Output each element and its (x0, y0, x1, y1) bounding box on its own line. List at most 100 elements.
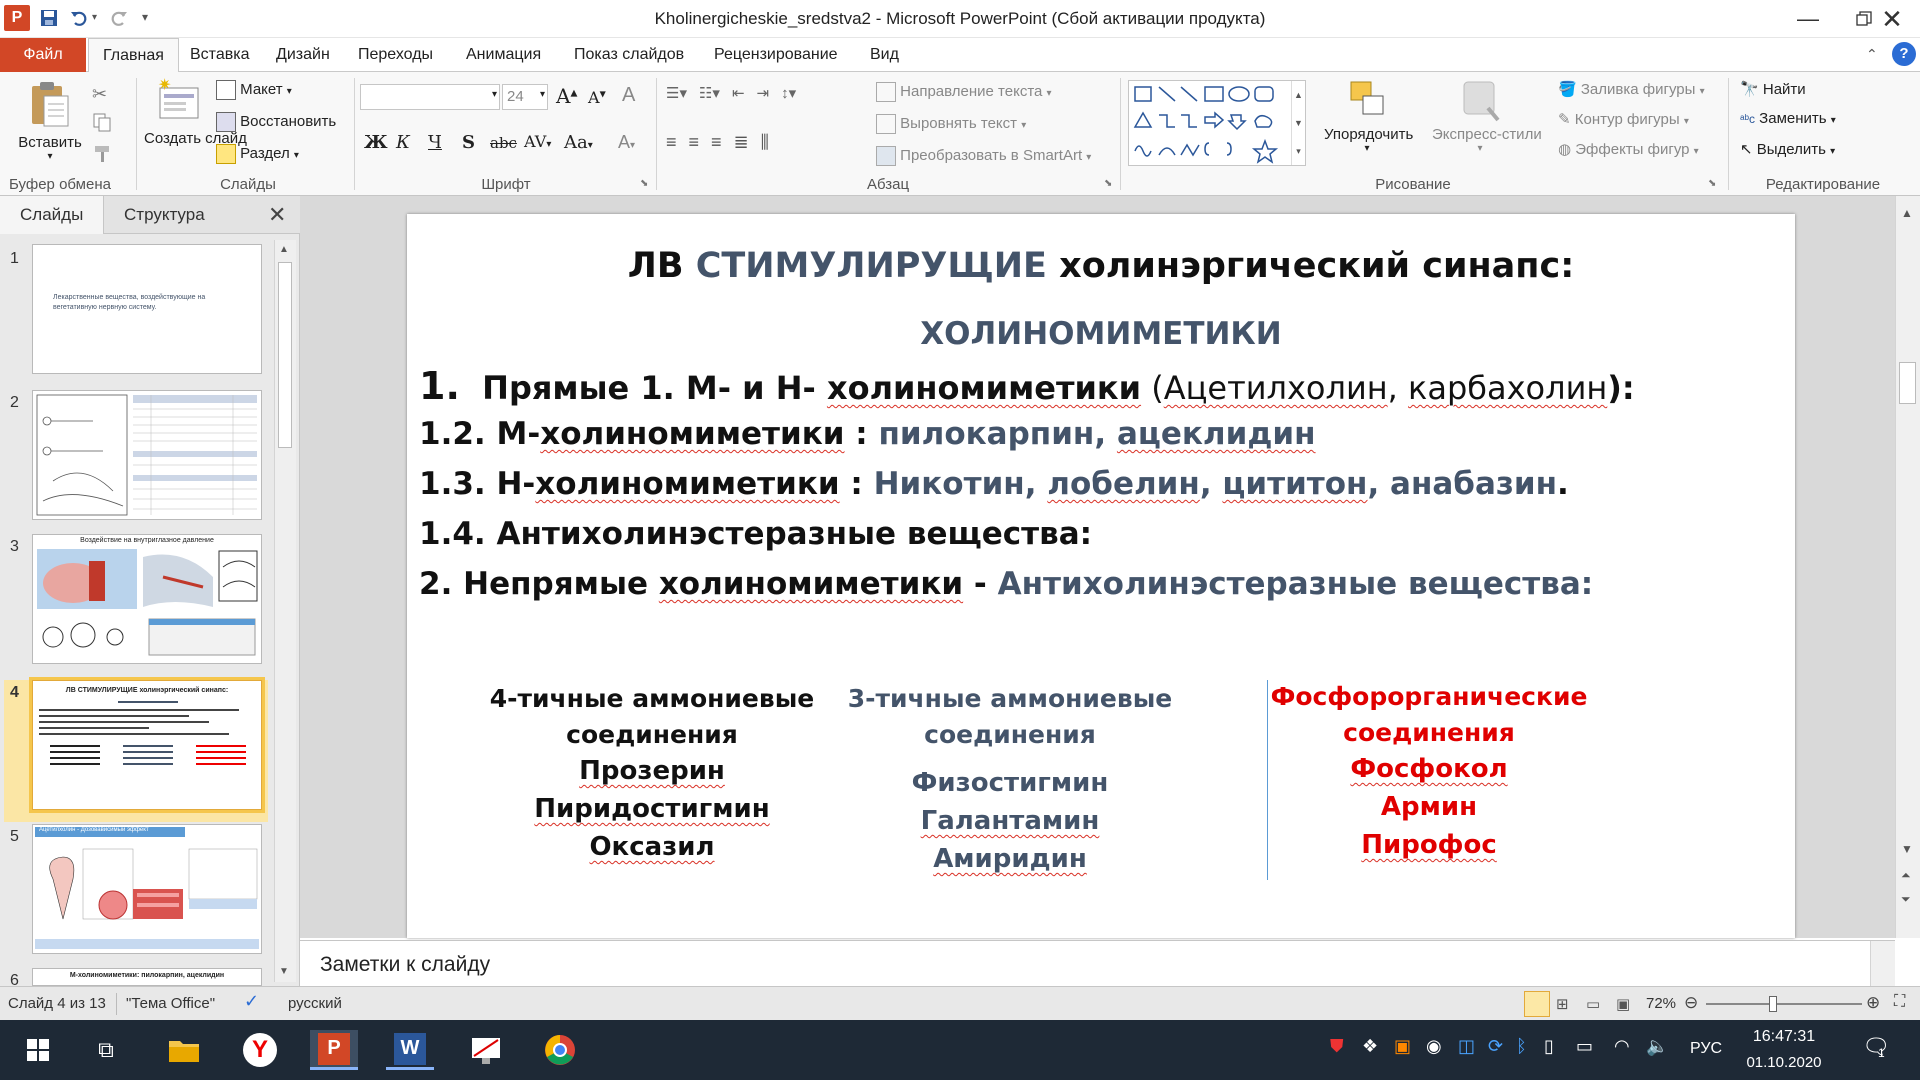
strikethrough-button[interactable]: abc (490, 134, 517, 152)
slide-line-4[interactable]: 1.4. Антихолинэстеразные вещества: (419, 516, 1092, 552)
font-size-combo[interactable]: 24 ▾ (502, 84, 548, 110)
update-icon[interactable]: ⟳ (1488, 1036, 1503, 1057)
notes-scrollbar[interactable] (1870, 941, 1895, 987)
slides-scrollbar[interactable]: ▲ ▼ (274, 240, 296, 982)
section-button[interactable]: Раздел ▾ (216, 144, 299, 164)
slide-thumbnail-5[interactable]: Ацетилхолин - Дозовависимый эффект (32, 824, 262, 954)
scroll-down-icon[interactable]: ▼ (1901, 842, 1913, 856)
slide-sorter-icon[interactable]: ⊞ (1556, 995, 1569, 1013)
shape-effects-button[interactable]: ◍ Эффекты фигур ▾ (1558, 140, 1699, 158)
zoom-in-icon[interactable]: ⊕ (1866, 993, 1880, 1013)
tab-outline[interactable]: Структура (104, 196, 225, 234)
language[interactable]: русский (288, 995, 342, 1012)
help-icon[interactable]: ? (1892, 42, 1916, 66)
tab-slideshow[interactable]: Показ слайдов (560, 38, 698, 72)
font-color-button[interactable]: A▾ (618, 132, 635, 153)
arrange-button[interactable]: Упорядочить ▾ (1324, 78, 1413, 154)
slide-line-3[interactable]: 1.3. Н-холиномиметики : Никотин, лобелин… (419, 466, 1569, 502)
layout-button[interactable]: Макет ▾ (216, 80, 292, 100)
fit-slide-icon[interactable]: ⛶ (1894, 993, 1905, 1011)
scroll-up-icon[interactable]: ▲ (1901, 206, 1913, 220)
increase-indent-icon[interactable]: ⇥ (757, 84, 770, 102)
slide-thumbnail-4[interactable]: ЛВ СТИМУЛИРУЩИЕ холинэргический синапс: (32, 680, 262, 810)
file-explorer-icon[interactable] (160, 1030, 208, 1070)
bullets-icon[interactable]: ☰▾ (666, 84, 687, 102)
shrink-font-button[interactable]: A▼ (588, 88, 606, 107)
reset-button[interactable]: Восстановить (216, 112, 336, 132)
quick-styles-button[interactable]: Экспресс-стили ▾ (1432, 78, 1542, 154)
minimize-button[interactable]: — (1780, 2, 1836, 36)
new-slide-button[interactable]: ✷ Создать слайд (144, 77, 247, 148)
find-button[interactable]: 🔭 Найти (1740, 80, 1806, 98)
notification-icon[interactable]: 🗨 (1862, 1034, 1890, 1060)
column-quaternary-ammonium[interactable]: 4-тичные аммониевые соединения Прозерин … (487, 680, 817, 866)
copy-icon[interactable] (92, 112, 112, 136)
reading-view-icon[interactable]: ▭ (1586, 995, 1600, 1013)
line-spacing-icon[interactable]: ↕▾ (781, 84, 796, 102)
spellcheck-icon[interactable]: ✓ (244, 991, 259, 1012)
clock-time[interactable]: 16:47:31 (1744, 1028, 1824, 1046)
tab-file[interactable]: Файл (0, 38, 86, 72)
slide-title[interactable]: ЛВ СТИМУЛИРУЩИЕ холинэргический синапс: (407, 246, 1795, 286)
windows-start-icon[interactable] (14, 1030, 62, 1070)
next-slide-icon[interactable]: ⏷ (1901, 892, 1911, 907)
numbering-icon[interactable]: ☷▾ (699, 84, 720, 102)
scroll-down-icon[interactable]: ▼ (279, 966, 289, 977)
word-taskbar-icon[interactable]: W (386, 1030, 434, 1070)
app-tray-icon[interactable]: ▣ (1394, 1036, 1411, 1057)
battery-icon[interactable]: ▭ (1576, 1036, 1593, 1057)
align-left-icon[interactable]: ≡ (666, 132, 677, 153)
smartart-button[interactable]: Преобразовать в SmartArt ▾ (876, 146, 1091, 166)
paragraph-dialog-icon[interactable]: ⬊ (1104, 178, 1112, 189)
slide-subtitle[interactable]: ХОЛИНОМИМЕТИКИ (407, 316, 1795, 352)
justify-icon[interactable]: ≣ (734, 132, 749, 153)
slide-thumbnail-2[interactable] (32, 390, 262, 520)
italic-button[interactable]: К (396, 132, 410, 153)
grow-font-button[interactable]: A▲ (556, 84, 577, 108)
slide-thumbnail-1[interactable]: Лекарственные вещества, воздействующие н… (32, 244, 262, 374)
collapse-ribbon-icon[interactable]: ⌃ (1866, 46, 1878, 63)
tab-view[interactable]: Вид (856, 38, 913, 72)
close-button[interactable]: ✕ (1864, 2, 1920, 36)
shapes-gallery[interactable]: ▲ ▼ ▾ (1128, 80, 1306, 166)
yandex-browser-icon[interactable]: Y (236, 1030, 284, 1070)
close-pane-icon[interactable]: ✕ (268, 202, 286, 228)
tab-design[interactable]: Дизайн (262, 38, 344, 72)
slide-thumbnail-3[interactable]: Воздействие на внутриглазное давление (32, 534, 262, 664)
underline-button[interactable]: Ч (428, 132, 442, 153)
scroll-thumb[interactable] (1899, 362, 1916, 404)
slide-line-5[interactable]: 2. Непрямые холиномиметики - Антихолинэс… (419, 566, 1593, 602)
font-dialog-icon[interactable]: ⬊ (640, 178, 648, 189)
font-name-combo[interactable]: ▾ (360, 84, 500, 110)
change-case-button[interactable]: Aa▾ (564, 132, 593, 153)
tab-slides[interactable]: Слайды (0, 196, 105, 234)
slide-line-1[interactable]: 1. Прямые 1. М- и Н- холиномиметики (Аце… (419, 364, 1635, 408)
shape-outline-button[interactable]: ✎ Контур фигуры ▾ (1558, 110, 1689, 128)
input-language[interactable]: РУС (1690, 1040, 1722, 1058)
task-view-icon[interactable]: ⧉ (82, 1030, 130, 1070)
phone-icon[interactable]: ▯ (1544, 1036, 1554, 1057)
cut-icon[interactable]: ✂ (92, 84, 107, 105)
previous-slide-icon[interactable]: ⏶ (1901, 868, 1911, 883)
theme-name[interactable]: "Тема Office" (126, 995, 215, 1012)
scroll-thumb[interactable] (278, 262, 292, 448)
tab-insert[interactable]: Вставка (176, 38, 263, 72)
chrome-icon[interactable] (536, 1030, 584, 1070)
replace-button[interactable]: ᵃᵇc Заменить ▾ (1740, 110, 1836, 127)
decrease-indent-icon[interactable]: ⇤ (732, 84, 745, 102)
scroll-up-icon[interactable]: ▲ (279, 244, 289, 255)
slide-scrollbar[interactable]: ▲ ▼ ⏶ ⏷ (1895, 196, 1920, 938)
zoom-out-icon[interactable]: ⊖ (1684, 993, 1698, 1013)
zoom-slider[interactable] (1706, 996, 1862, 1012)
dropbox-icon[interactable]: ❖ (1362, 1036, 1378, 1057)
tab-home[interactable]: Главная (88, 38, 179, 73)
clock-date[interactable]: 01.10.2020 (1744, 1054, 1824, 1071)
select-button[interactable]: ↖ Выделить ▾ (1740, 140, 1835, 158)
powerpoint-taskbar-icon[interactable]: P (310, 1030, 358, 1070)
bold-button[interactable]: Ж (364, 132, 388, 153)
network-app-icon[interactable]: ◫ (1458, 1036, 1475, 1057)
char-spacing-button[interactable]: AV▾ (524, 132, 551, 151)
presentation-app-icon[interactable] (462, 1030, 510, 1070)
antivirus-icon[interactable]: ⛊ (1330, 1036, 1344, 1057)
paste-button[interactable]: Вставить ▾ (14, 78, 86, 162)
